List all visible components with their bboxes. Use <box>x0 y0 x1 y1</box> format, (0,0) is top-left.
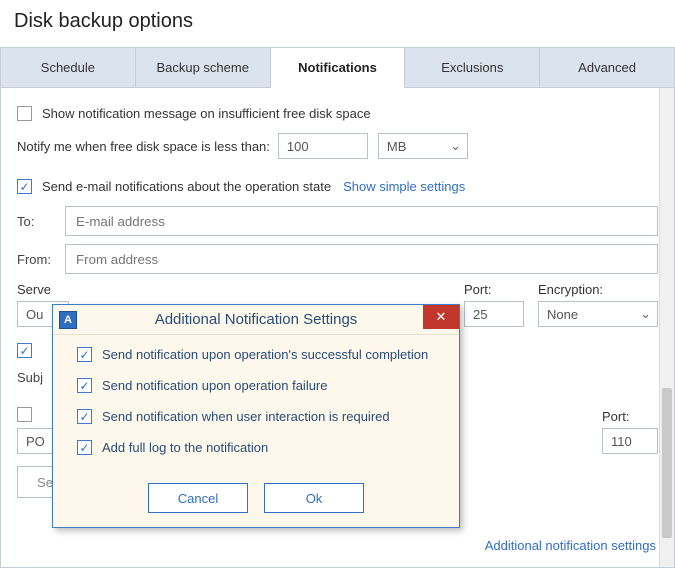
tab-backup-scheme[interactable]: Backup scheme <box>136 47 271 88</box>
select-threshold-unit-value: MB <box>387 139 407 154</box>
tab-schedule[interactable]: Schedule <box>0 47 136 88</box>
chk-notify-interaction[interactable] <box>77 409 92 424</box>
chevron-down-icon: ⌄ <box>640 306 651 322</box>
lbl-to: To: <box>17 214 65 229</box>
btn-cancel[interactable]: Cancel <box>148 483 248 513</box>
chk-insufficient-space[interactable] <box>17 106 32 121</box>
lbl-server: Serve <box>17 282 69 297</box>
chk-email-state[interactable] <box>17 179 32 194</box>
chevron-down-icon: ⌄ <box>450 138 461 154</box>
lbl-notify-success: Send notification upon operation's succe… <box>102 347 428 362</box>
input-port[interactable] <box>464 301 524 327</box>
modal-title: Additional Notification Settings <box>155 311 358 328</box>
tab-bar: Schedule Backup scheme Notifications Exc… <box>0 47 675 88</box>
modal-additional-settings: A Additional Notification Settings ✕ Sen… <box>52 304 460 528</box>
lbl-full-log: Add full log to the notification <box>102 440 268 455</box>
chk-notify-success[interactable] <box>77 347 92 362</box>
input-port2[interactable] <box>602 428 658 454</box>
input-threshold-value[interactable] <box>278 133 368 159</box>
select-encryption[interactable]: None ⌄ <box>538 301 658 327</box>
lbl-notify-failure: Send notification upon operation failure <box>102 378 328 393</box>
lbl-insufficient-space: Show notification message on insufficien… <box>42 106 371 121</box>
chk-unknown-1[interactable] <box>17 343 32 358</box>
scrollbar-thumb[interactable] <box>662 388 672 538</box>
chk-full-log[interactable] <box>77 440 92 455</box>
lbl-port2: Port: <box>602 409 658 424</box>
input-to[interactable] <box>65 206 658 236</box>
tab-exclusions[interactable]: Exclusions <box>405 47 540 88</box>
lbl-threshold: Notify me when free disk space is less t… <box>17 139 270 154</box>
page-title: Disk backup options <box>14 10 675 33</box>
app-icon: A <box>59 311 77 329</box>
close-icon[interactable]: ✕ <box>423 305 459 329</box>
btn-ok[interactable]: Ok <box>264 483 364 513</box>
tab-advanced[interactable]: Advanced <box>540 47 675 88</box>
scrollbar[interactable] <box>659 88 674 567</box>
chk-notify-failure[interactable] <box>77 378 92 393</box>
input-from[interactable] <box>65 244 658 274</box>
lbl-from: From: <box>17 252 65 267</box>
modal-titlebar: A Additional Notification Settings ✕ <box>53 305 459 335</box>
link-simple-settings[interactable]: Show simple settings <box>343 179 465 194</box>
lbl-notify-interaction: Send notification when user interaction … <box>102 409 390 424</box>
lbl-encryption: Encryption: <box>538 282 658 297</box>
tab-notifications[interactable]: Notifications <box>271 47 406 88</box>
select-encryption-value: None <box>547 307 578 322</box>
chk-unknown-2[interactable] <box>17 407 32 422</box>
lbl-email-state: Send e-mail notifications about the oper… <box>42 179 331 194</box>
lbl-port: Port: <box>464 282 524 297</box>
link-additional-settings[interactable]: Additional notification settings <box>485 538 656 553</box>
select-threshold-unit[interactable]: MB ⌄ <box>378 133 468 159</box>
